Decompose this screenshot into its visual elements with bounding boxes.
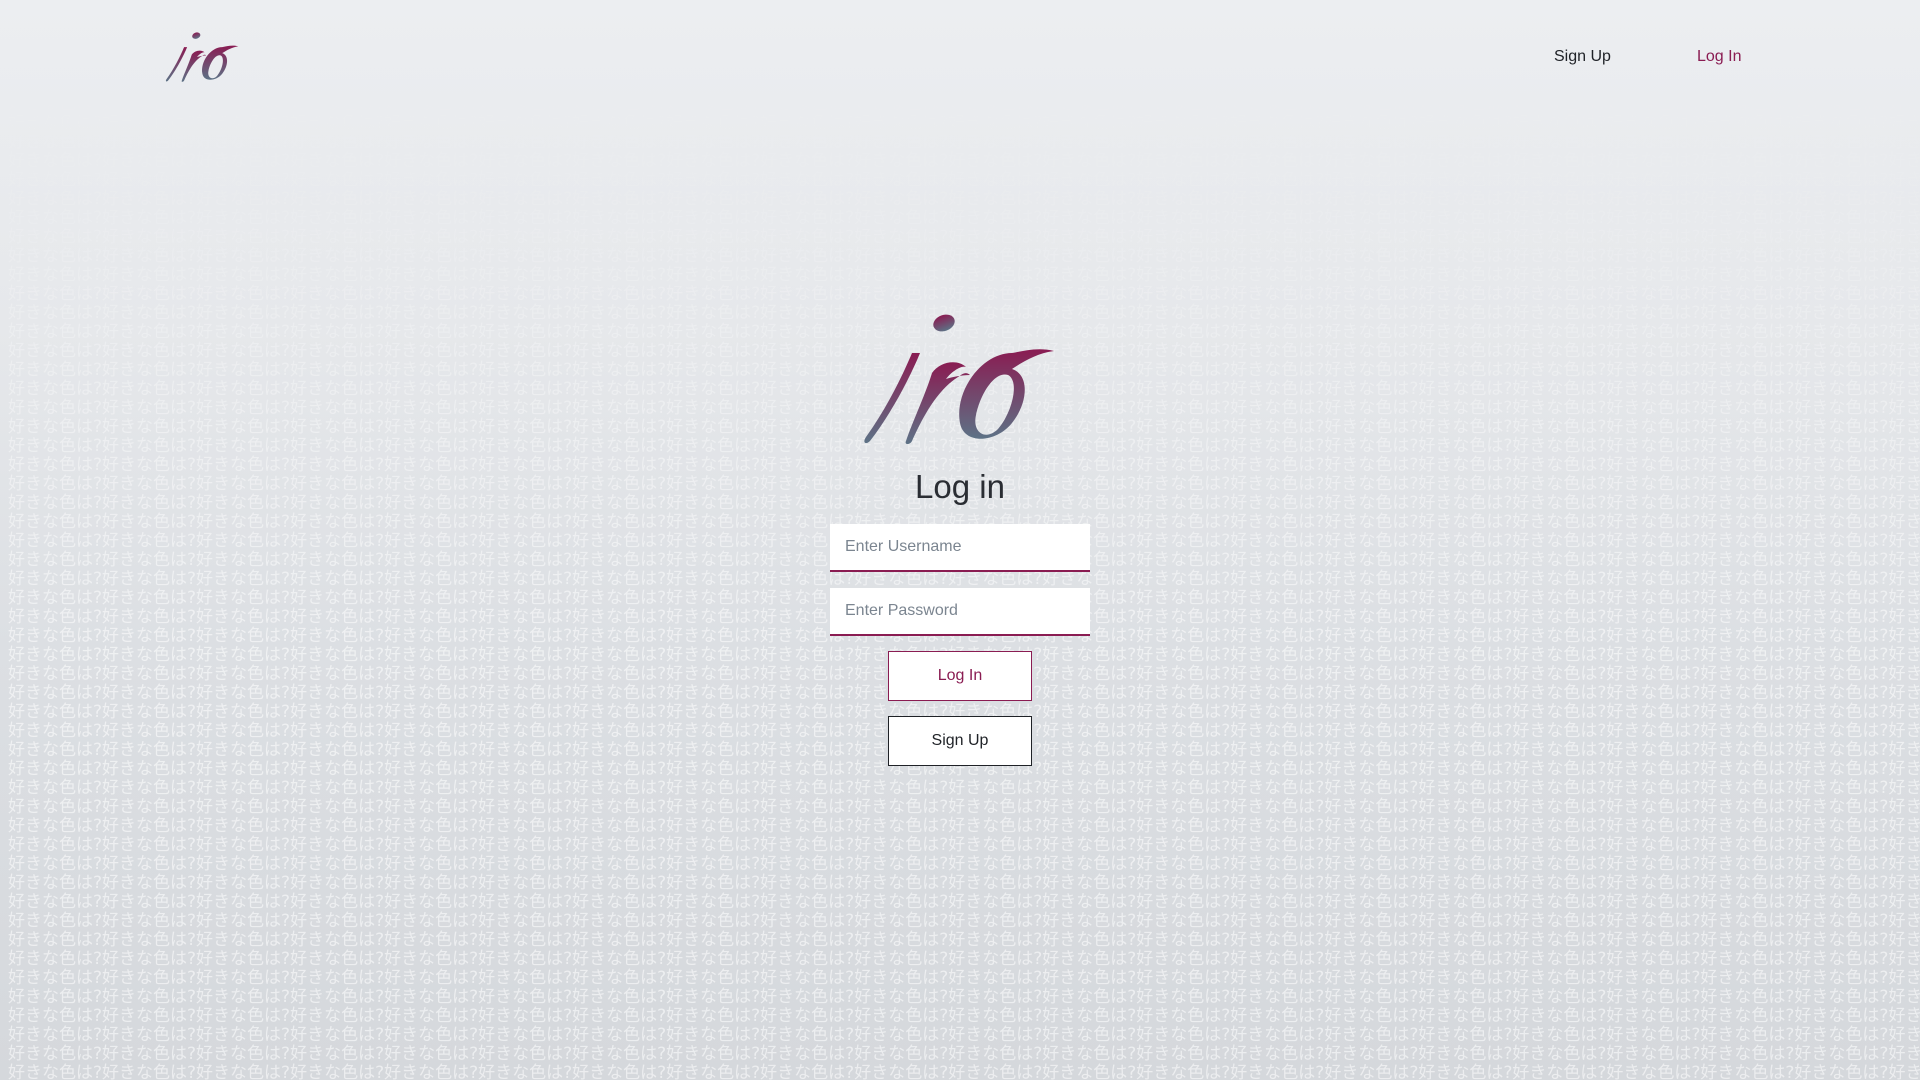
- background-pattern-row: 好きな色は?好きな色は?好きな色は?好きな色は?好きな色は?好きな色は?好きな色…: [8, 987, 1920, 1007]
- background-pattern-row: 好きな色は?好きな色は?好きな色は?好きな色は?好きな色は?好きな色は?好きな色…: [8, 56, 1920, 76]
- background-pattern-row: 好きな色は?好きな色は?好きな色は?好きな色は?好きな色は?好きな色は?好きな色…: [8, 75, 1920, 95]
- background-pattern-row: 好きな色は?好きな色は?好きな色は?好きな色は?好きな色は?好きな色は?好きな色…: [8, 816, 1920, 836]
- nav-login-link[interactable]: Log In: [1697, 48, 1741, 66]
- background-pattern-row: 好きな色は?好きな色は?好きな色は?好きな色は?好きな色は?好きな色は?好きな色…: [8, 892, 1920, 912]
- background-pattern-row: 好きな色は?好きな色は?好きな色は?好きな色は?好きな色は?好きな色は?好きな色…: [8, 246, 1920, 266]
- background-pattern-row: 好きな色は?好きな色は?好きな色は?好きな色は?好きな色は?好きな色は?好きな色…: [8, 18, 1920, 38]
- background-pattern-row: 好きな色は?好きな色は?好きな色は?好きな色は?好きな色は?好きな色は?好きな色…: [8, 94, 1920, 114]
- page-title: Log in: [915, 468, 1005, 505]
- login-button[interactable]: Log In: [888, 651, 1032, 701]
- background-pattern-row: 好きな色は?好きな色は?好きな色は?好きな色は?好きな色は?好きな色は?好きな色…: [8, 1025, 1920, 1045]
- background-pattern-row: 好きな色は?好きな色は?好きな色は?好きな色は?好きな色は?好きな色は?好きな色…: [8, 968, 1920, 988]
- background-pattern-row: 好きな色は?好きな色は?好きな色は?好きな色は?好きな色は?好きな色は?好きな色…: [8, 0, 1920, 19]
- background-pattern-row: 好きな色は?好きな色は?好きな色は?好きな色は?好きな色は?好きな色は?好きな色…: [8, 132, 1920, 152]
- signup-button[interactable]: Sign Up: [888, 716, 1032, 766]
- background-pattern-row: 好きな色は?好きな色は?好きな色は?好きな色は?好きな色は?好きな色は?好きな色…: [8, 854, 1920, 874]
- username-input[interactable]: [830, 524, 1090, 572]
- background-pattern-row: 好きな色は?好きな色は?好きな色は?好きな色は?好きな色は?好きな色は?好きな色…: [8, 208, 1920, 228]
- password-input[interactable]: [830, 588, 1090, 636]
- iro-logo-small: [165, 32, 239, 82]
- background-pattern-row: 好きな色は?好きな色は?好きな色は?好きな色は?好きな色は?好きな色は?好きな色…: [8, 911, 1920, 931]
- background-pattern-row: 好きな色は?好きな色は?好きな色は?好きな色は?好きな色は?好きな色は?好きな色…: [8, 835, 1920, 855]
- background-pattern-row: 好きな色は?好きな色は?好きな色は?好きな色は?好きな色は?好きな色は?好きな色…: [8, 37, 1920, 57]
- background-pattern-row: 好きな色は?好きな色は?好きな色は?好きな色は?好きな色は?好きな色は?好きな色…: [8, 151, 1920, 171]
- background-pattern-row: 好きな色は?好きな色は?好きな色は?好きな色は?好きな色は?好きな色は?好きな色…: [8, 113, 1920, 133]
- nav-signup-link[interactable]: Sign Up: [1554, 48, 1611, 66]
- background-pattern-row: 好きな色は?好きな色は?好きな色は?好きな色は?好きな色は?好きな色は?好きな色…: [8, 1044, 1920, 1064]
- iro-logo-large: [864, 314, 1054, 444]
- background-pattern-row: 好きな色は?好きな色は?好きな色は?好きな色は?好きな色は?好きな色は?好きな色…: [8, 797, 1920, 817]
- background-pattern-row: 好きな色は?好きな色は?好きな色は?好きな色は?好きな色は?好きな色は?好きな色…: [8, 265, 1920, 285]
- background-pattern-row: 好きな色は?好きな色は?好きな色は?好きな色は?好きな色は?好きな色は?好きな色…: [8, 189, 1920, 209]
- background-pattern-row: 好きな色は?好きな色は?好きな色は?好きな色は?好きな色は?好きな色は?好きな色…: [8, 227, 1920, 247]
- background-pattern-row: 好きな色は?好きな色は?好きな色は?好きな色は?好きな色は?好きな色は?好きな色…: [8, 170, 1920, 190]
- background-pattern-row: 好きな色は?好きな色は?好きな色は?好きな色は?好きな色は?好きな色は?好きな色…: [8, 949, 1920, 969]
- background-pattern-row: 好きな色は?好きな色は?好きな色は?好きな色は?好きな色は?好きな色は?好きな色…: [8, 873, 1920, 893]
- background-pattern-row: 好きな色は?好きな色は?好きな色は?好きな色は?好きな色は?好きな色は?好きな色…: [8, 569, 1920, 589]
- background-pattern-row: 好きな色は?好きな色は?好きな色は?好きな色は?好きな色は?好きな色は?好きな色…: [8, 284, 1920, 304]
- background-pattern-row: 好きな色は?好きな色は?好きな色は?好きな色は?好きな色は?好きな色は?好きな色…: [8, 1006, 1920, 1026]
- background-pattern-row: 好きな色は?好きな色は?好きな色は?好きな色は?好きな色は?好きな色は?好きな色…: [8, 1063, 1920, 1080]
- background-pattern-row: 好きな色は?好きな色は?好きな色は?好きな色は?好きな色は?好きな色は?好きな色…: [8, 930, 1920, 950]
- background-pattern-row: 好きな色は?好きな色は?好きな色は?好きな色は?好きな色は?好きな色は?好きな色…: [8, 778, 1920, 798]
